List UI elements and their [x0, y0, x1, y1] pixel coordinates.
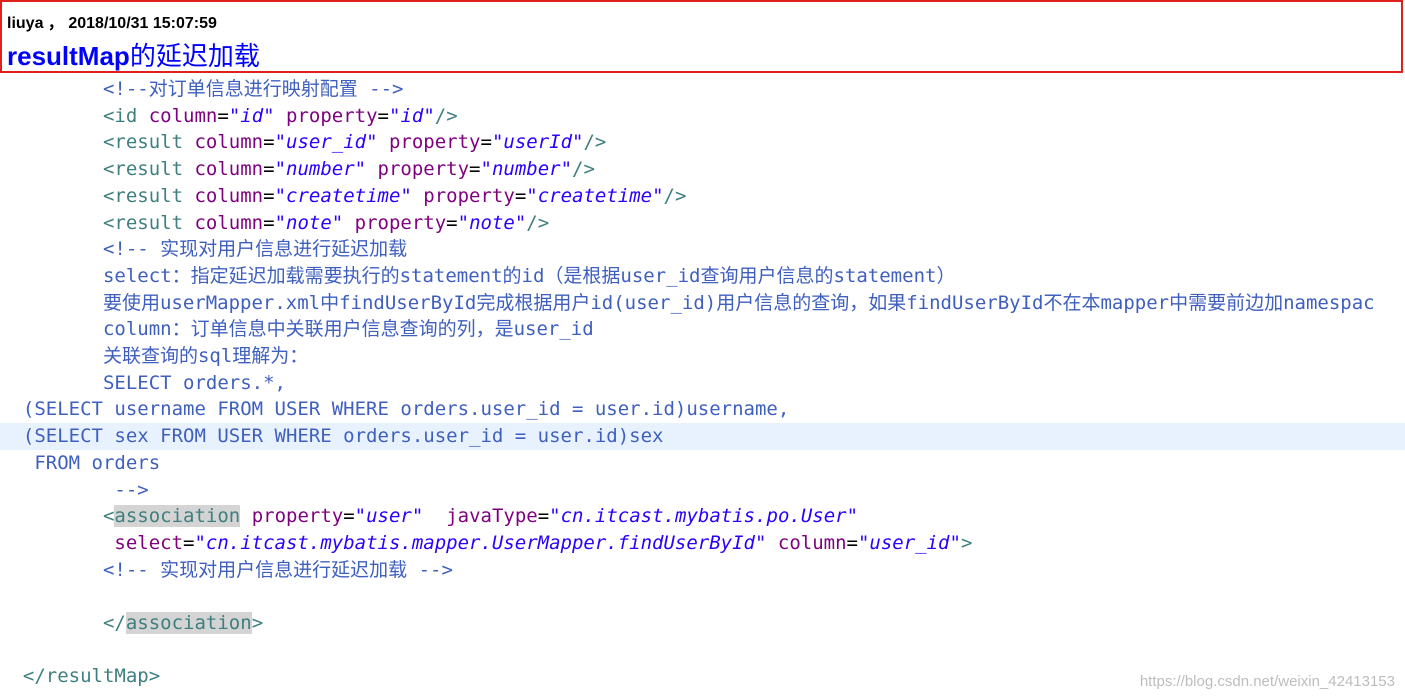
- comment: SELECT orders.*,: [102, 371, 286, 394]
- code-line-18: select="cn.itcast.mybatis.mapper.UserMap…: [114, 531, 973, 554]
- association-tag-highlight: association: [125, 612, 252, 634]
- comment: 要使用userMapper.xml中findUserById完成根据用户id(u…: [102, 291, 1375, 314]
- code-line-11: 关联查询的sql理解为：: [0, 343, 1405, 370]
- code-line-19: <!-- 实现对用户信息进行延迟加载 -->: [0, 557, 1405, 584]
- code-line-5: <result column="createtime" property="cr…: [102, 184, 687, 207]
- code-line-9: 要使用userMapper.xml中findUserById完成根据用户id(u…: [0, 290, 1405, 317]
- comment: <!-- 实现对用户信息进行延迟加载 -->: [102, 558, 453, 581]
- comment: 关联查询的sql理解为：: [102, 345, 309, 367]
- comment: <!-- 实现对用户信息进行延迟加载: [102, 238, 408, 261]
- comment: <!--对订单信息进行映射配置 -->: [102, 78, 404, 100]
- code-line-12: SELECT orders.*,: [0, 370, 1405, 397]
- code-line-17: <association property="user" javaType="c…: [102, 505, 859, 528]
- code-line-1: <!--对订单信息进行映射配置 -->: [0, 76, 1405, 103]
- code-line-2: <id column="id" property="id"/>: [102, 104, 458, 127]
- code-line-10: column：订单信息中关联用户信息查询的列，是user_id: [0, 316, 1405, 343]
- comment: -->: [114, 478, 149, 501]
- code-line-21: </association>: [102, 612, 264, 634]
- comment: (SELECT sex FROM USER WHERE orders.user_…: [22, 425, 664, 448]
- code-line-15: FROM orders: [0, 450, 1405, 477]
- note-title-cn: 的延迟加载: [129, 41, 260, 71]
- note-title-en: resultMap: [7, 41, 130, 71]
- comment: FROM orders: [34, 451, 161, 474]
- author-timestamp: liuya ， 2018/10/31 15:07:59: [7, 15, 217, 32]
- comment: select：指定延迟加载需要执行的statement的id（是根据user_i…: [102, 264, 956, 287]
- note-title: resultMap的延迟加载: [7, 36, 260, 73]
- code-line-3: <result column="user_id" property="userI…: [102, 131, 607, 154]
- code-line-6: <result column="note" property="note"/>: [102, 211, 550, 234]
- association-tag-highlight: association: [114, 505, 241, 528]
- note-header: liuya ， 2018/10/31 15:07:59 resultMap的延迟…: [0, 0, 1403, 73]
- code-line-16: -->: [0, 477, 1405, 504]
- watermark: https://blog.csdn.net/weixin_42413153: [1139, 673, 1395, 690]
- code-line-4: <result column="number" property="number…: [102, 158, 595, 181]
- code-line-14-current[interactable]: (SELECT sex FROM USER WHERE orders.user_…: [0, 423, 1405, 450]
- code-line-7: <!-- 实现对用户信息进行延迟加载: [0, 236, 1405, 263]
- comment: column：订单信息中关联用户信息查询的列，是user_id: [102, 318, 594, 341]
- comment: (SELECT username FROM USER WHERE orders.…: [22, 398, 790, 421]
- code-line-8: select：指定延迟加载需要执行的statement的id（是根据user_i…: [0, 263, 1405, 290]
- code-line-13: (SELECT username FROM USER WHERE orders.…: [0, 396, 1405, 423]
